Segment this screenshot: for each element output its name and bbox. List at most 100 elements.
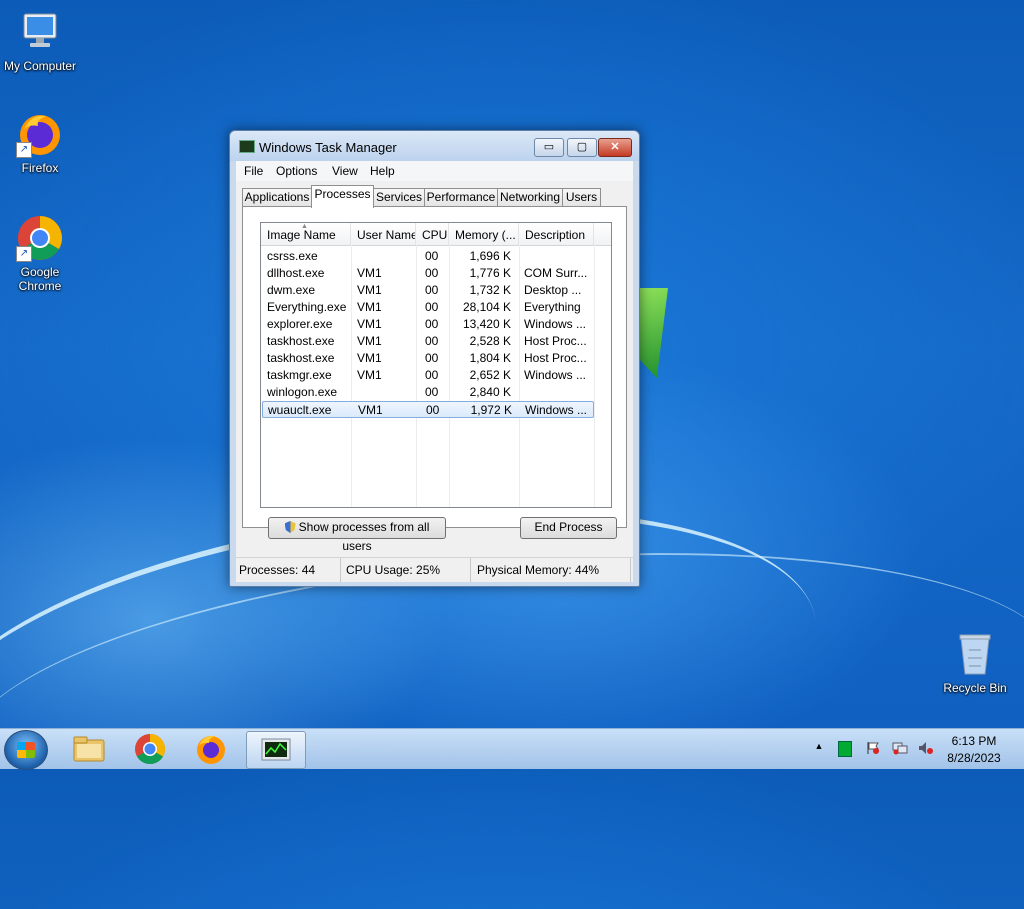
- tab-networking[interactable]: Networking: [497, 188, 563, 207]
- status-cpu-usage: CPU Usage: 25%: [341, 558, 471, 582]
- chrome-icon: [135, 734, 166, 765]
- cell-description: Desktop ...: [524, 283, 582, 297]
- taskbar-firefox[interactable]: [182, 731, 240, 767]
- end-process-button[interactable]: End Process: [520, 517, 617, 539]
- cell-user-name: VM1: [357, 266, 382, 280]
- menu-bar: File Options View Help: [236, 161, 633, 181]
- shortcut-arrow-icon: ↗: [16, 142, 32, 158]
- task-manager-icon: [261, 738, 291, 761]
- clock-date[interactable]: 8/28/2023: [940, 751, 1008, 765]
- cell-memory: 2,840 K: [469, 385, 511, 399]
- maximize-button[interactable]: ▢: [567, 138, 597, 157]
- folder-icon: [73, 736, 105, 762]
- taskbar: ▲ 6:13 PM 8/28/2023: [0, 728, 1024, 770]
- close-button[interactable]: ✕: [598, 138, 632, 157]
- cell-cpu: 00: [425, 283, 439, 297]
- cell-user-name: VM1: [358, 403, 383, 417]
- cell-image-name: winlogon.exe: [267, 385, 338, 399]
- cell-image-name: taskhost.exe: [267, 351, 335, 365]
- process-row[interactable]: taskhost.exe VM1 00 1,804 K Host Proc...: [261, 350, 611, 367]
- column-memory[interactable]: Memory (...: [449, 223, 519, 245]
- cell-cpu: 00: [425, 300, 439, 314]
- cell-user-name: VM1: [357, 283, 382, 297]
- desktop-icon-recycle-bin[interactable]: Recycle Bin: [935, 630, 1015, 695]
- cell-memory: 13,420 K: [462, 317, 511, 331]
- process-row[interactable]: explorer.exe VM1 00 13,420 K Windows ...: [261, 316, 611, 333]
- cell-cpu: 00: [425, 249, 439, 263]
- tab-applications[interactable]: Applications: [242, 188, 312, 207]
- cell-user-name: VM1: [357, 334, 382, 348]
- taskbar-explorer[interactable]: [60, 731, 118, 767]
- show-all-processes-button[interactable]: Show processes from all users: [268, 517, 446, 553]
- cell-description: Windows ...: [524, 368, 587, 382]
- desktop-icon-firefox[interactable]: ↗ Firefox: [0, 110, 80, 175]
- recycle-bin-icon: [951, 630, 999, 678]
- cell-memory: 1,972 K: [470, 403, 512, 417]
- desktop-icon-label: Recycle Bin: [943, 681, 1007, 695]
- cell-image-name: taskmgr.exe: [267, 368, 332, 382]
- shortcut-arrow-icon: ↗: [16, 246, 32, 262]
- column-description[interactable]: Description: [519, 223, 594, 245]
- cell-description: Everything: [524, 300, 581, 314]
- firefox-icon: [197, 735, 225, 764]
- cell-description: Host Proc...: [524, 351, 587, 365]
- tab-users[interactable]: Users: [562, 188, 601, 207]
- taskbar-task-manager[interactable]: [246, 731, 306, 769]
- menu-help[interactable]: Help: [370, 164, 395, 178]
- tab-processes[interactable]: Processes: [311, 185, 374, 208]
- cell-cpu: 00: [425, 317, 439, 331]
- show-hidden-icons-button[interactable]: ▲: [812, 741, 826, 751]
- start-button[interactable]: [4, 730, 48, 770]
- volume-muted-icon[interactable]: [918, 741, 934, 755]
- minimize-button[interactable]: ▭: [534, 138, 564, 157]
- cell-memory: 1,732 K: [469, 283, 511, 297]
- network-icon[interactable]: [892, 741, 908, 755]
- cell-description: Windows ...: [525, 403, 588, 417]
- process-row[interactable]: Everything.exe VM1 00 28,104 K Everythin…: [261, 299, 611, 316]
- title-bar[interactable]: Windows Task Manager ▭ ▢ ✕: [230, 131, 639, 161]
- tray-performance-icon[interactable]: [838, 741, 852, 757]
- cell-image-name: dllhost.exe: [267, 266, 325, 280]
- column-cpu[interactable]: CPU: [416, 223, 449, 245]
- chrome-icon: ↗: [16, 214, 64, 262]
- menu-options[interactable]: Options: [276, 164, 317, 178]
- cell-image-name: wuauclt.exe: [268, 403, 332, 417]
- action-center-flag-icon[interactable]: [866, 741, 880, 755]
- process-row-selected[interactable]: wuauclt.exe VM1 00 1,972 K Windows ...: [262, 401, 594, 418]
- process-row[interactable]: winlogon.exe 00 2,840 K: [261, 384, 611, 401]
- desktop-icon-my-computer[interactable]: My Computer: [0, 8, 80, 73]
- desktop-icon-label: Firefox: [21, 161, 59, 175]
- tab-performance[interactable]: Performance: [424, 188, 498, 207]
- cell-memory: 2,652 K: [469, 368, 511, 382]
- process-row[interactable]: csrss.exe 00 1,696 K: [261, 248, 611, 265]
- cell-cpu: 00: [425, 334, 439, 348]
- process-row[interactable]: taskhost.exe VM1 00 2,528 K Host Proc...: [261, 333, 611, 350]
- process-row[interactable]: taskmgr.exe VM1 00 2,652 K Windows ...: [261, 367, 611, 384]
- taskbar-chrome[interactable]: [121, 731, 179, 767]
- cell-user-name: VM1: [357, 351, 382, 365]
- menu-file[interactable]: File: [244, 164, 263, 178]
- cell-memory: 2,528 K: [469, 334, 511, 348]
- process-row[interactable]: dllhost.exe VM1 00 1,776 K COM Surr...: [261, 265, 611, 282]
- cell-cpu: 00: [425, 385, 439, 399]
- cell-description: Host Proc...: [524, 334, 587, 348]
- menu-view[interactable]: View: [332, 164, 358, 178]
- cell-user-name: VM1: [357, 317, 382, 331]
- wallpaper-leaf: [640, 288, 668, 378]
- show-all-processes-label: Show processes from all users: [298, 520, 430, 553]
- cell-cpu: 00: [425, 266, 439, 280]
- desktop-icon-google-chrome[interactable]: ↗ Google Chrome: [0, 214, 80, 293]
- cell-cpu: 00: [426, 403, 440, 417]
- column-user-name[interactable]: User Name: [351, 223, 416, 245]
- cell-image-name: dwm.exe: [267, 283, 316, 297]
- clock-time[interactable]: 6:13 PM: [944, 734, 1004, 748]
- column-image-name[interactable]: Image Name: [261, 223, 351, 245]
- process-list[interactable]: ▲ Image Name User Name CPU Memory (... D…: [260, 222, 612, 508]
- processes-panel: ▲ Image Name User Name CPU Memory (... D…: [242, 206, 627, 553]
- window-title: Windows Task Manager: [259, 140, 397, 155]
- cell-image-name: Everything.exe: [267, 300, 347, 314]
- windows-logo-icon: [17, 742, 35, 758]
- task-manager-icon: [239, 140, 255, 153]
- process-row[interactable]: dwm.exe VM1 00 1,732 K Desktop ...: [261, 282, 611, 299]
- tab-services[interactable]: Services: [373, 188, 425, 207]
